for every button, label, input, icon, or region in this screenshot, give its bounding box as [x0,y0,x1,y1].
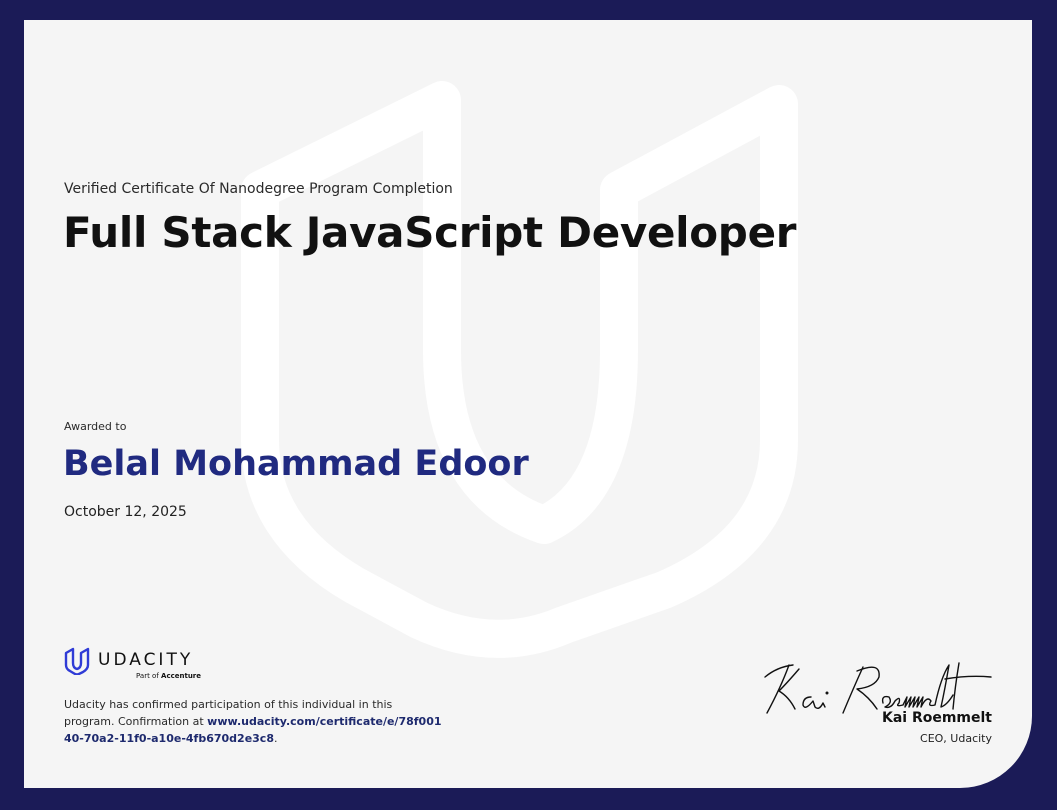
signer-role: CEO, Udacity [920,732,992,745]
logo-tagline-prefix: Part of [136,672,159,680]
program-title: Full Stack JavaScript Developer [63,208,797,257]
awarded-label: Awarded to [64,420,127,433]
udacity-u-icon [64,647,90,675]
confirmation-text: Udacity has confirmed participation of t… [64,696,444,747]
certificate-card: Verified Certificate Of Nanodegree Progr… [24,20,1032,788]
certificate-subtitle: Verified Certificate Of Nanodegree Progr… [64,181,453,197]
udacity-logo: UDACITY Part of Accenture [64,647,214,683]
award-date: October 12, 2025 [64,504,187,520]
ceo-signature [764,662,992,714]
confirmation-suffix: . [273,732,278,745]
logo-tagline-brand: Accenture [161,672,202,680]
signer-name: Kai Roemmelt [881,710,992,726]
recipient-name: Belal Mohammad Edoor [63,444,529,484]
logo-tagline: Part of Accenture [136,672,201,680]
logo-wordmark: UDACITY [98,650,194,670]
